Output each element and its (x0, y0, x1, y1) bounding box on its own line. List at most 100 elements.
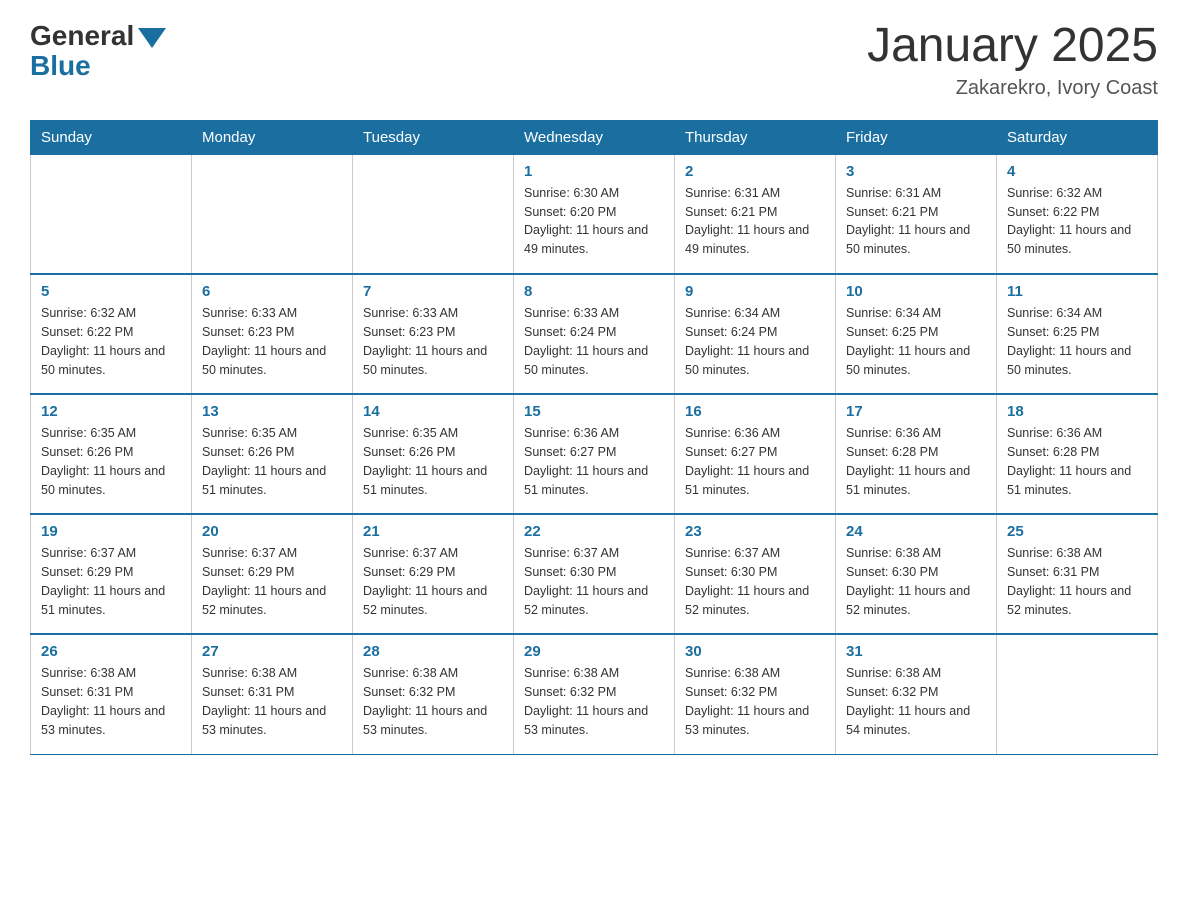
day-info: Sunrise: 6:31 AMSunset: 6:21 PMDaylight:… (685, 184, 825, 259)
calendar-cell: 29Sunrise: 6:38 AMSunset: 6:32 PMDayligh… (514, 634, 675, 754)
day-number: 8 (524, 283, 664, 300)
day-info: Sunrise: 6:33 AMSunset: 6:24 PMDaylight:… (524, 304, 664, 379)
day-number: 4 (1007, 163, 1147, 180)
calendar-cell: 16 Sunrise: 6:36 AMSunset: 6:27 PMDayligh… (675, 394, 836, 514)
day-info: Sunrise: 6:38 AMSunset: 6:31 PMDaylight:… (1007, 544, 1147, 619)
day-number: 19 (41, 523, 181, 540)
calendar-cell: 14 Sunrise: 6:35 AMSunset: 6:26 PMDayligh… (353, 394, 514, 514)
day-info: Sunrise: 6:35 AMSunset: 6:26 PMDaylight:… (41, 424, 181, 499)
day-info: Sunrise: 6:36 AMSunset: 6:27 PMDaylight:… (524, 424, 664, 499)
calendar-cell: 10 Sunrise: 6:34 AMSunset: 6:25 PMDayligh… (836, 274, 997, 394)
column-header-monday: Monday (192, 120, 353, 154)
logo-arrow-icon (138, 28, 166, 48)
column-header-saturday: Saturday (997, 120, 1158, 154)
calendar-cell: 22 Sunrise: 6:37 AMSunset: 6:30 PMDayligh… (514, 514, 675, 634)
day-number: 30 (685, 643, 825, 660)
day-number: 24 (846, 523, 986, 540)
day-number: 31 (846, 643, 986, 660)
column-header-thursday: Thursday (675, 120, 836, 154)
day-number: 17 (846, 403, 986, 420)
day-info: Sunrise: 6:37 AMSunset: 6:29 PMDaylight:… (363, 544, 503, 619)
day-info: Sunrise: 6:36 AMSunset: 6:28 PMDaylight:… (1007, 424, 1147, 499)
calendar-cell: 11 Sunrise: 6:34 AMSunset: 6:25 PMDayligh… (997, 274, 1158, 394)
main-title: January 2025 (867, 20, 1158, 73)
day-info: Sunrise: 6:34 AMSunset: 6:25 PMDaylight:… (1007, 304, 1147, 379)
calendar-cell: 17Sunrise: 6:36 AMSunset: 6:28 PMDayligh… (836, 394, 997, 514)
day-number: 9 (685, 283, 825, 300)
day-number: 1 (524, 163, 664, 180)
calendar-cell: 18 Sunrise: 6:36 AMSunset: 6:28 PMDayligh… (997, 394, 1158, 514)
day-info: Sunrise: 6:36 AMSunset: 6:27 PMDaylight:… (685, 424, 825, 499)
calendar-table: SundayMondayTuesdayWednesdayThursdayFrid… (30, 120, 1158, 755)
title-section: January 2025 Zakarekro, Ivory Coast (867, 20, 1158, 100)
calendar-cell: 1 Sunrise: 6:30 AMSunset: 6:20 PMDaylight… (514, 154, 675, 274)
logo-general-text: General (30, 20, 134, 52)
day-number: 25 (1007, 523, 1147, 540)
day-info: Sunrise: 6:37 AMSunset: 6:29 PMDaylight:… (41, 544, 181, 619)
calendar-cell: 15 Sunrise: 6:36 AMSunset: 6:27 PMDayligh… (514, 394, 675, 514)
calendar-cell: 2 Sunrise: 6:31 AMSunset: 6:21 PMDaylight… (675, 154, 836, 274)
day-info: Sunrise: 6:38 AMSunset: 6:32 PMDaylight:… (685, 664, 825, 739)
day-number: 22 (524, 523, 664, 540)
column-header-sunday: Sunday (31, 120, 192, 154)
calendar-cell: 12 Sunrise: 6:35 AMSunset: 6:26 PMDayligh… (31, 394, 192, 514)
calendar-cell: 19 Sunrise: 6:37 AMSunset: 6:29 PMDayligh… (31, 514, 192, 634)
calendar-cell: 4 Sunrise: 6:32 AMSunset: 6:22 PMDaylight… (997, 154, 1158, 274)
calendar-cell: 7Sunrise: 6:33 AMSunset: 6:23 PMDaylight… (353, 274, 514, 394)
day-info: Sunrise: 6:34 AMSunset: 6:24 PMDaylight:… (685, 304, 825, 379)
day-number: 18 (1007, 403, 1147, 420)
day-number: 16 (685, 403, 825, 420)
day-number: 6 (202, 283, 342, 300)
calendar-cell (192, 154, 353, 274)
day-number: 5 (41, 283, 181, 300)
calendar-week-row: 5Sunrise: 6:32 AMSunset: 6:22 PMDaylight… (31, 274, 1158, 394)
day-info: Sunrise: 6:38 AMSunset: 6:30 PMDaylight:… (846, 544, 986, 619)
calendar-cell: 23 Sunrise: 6:37 AMSunset: 6:30 PMDayligh… (675, 514, 836, 634)
calendar-cell: 28 Sunrise: 6:38 AMSunset: 6:32 PMDayligh… (353, 634, 514, 754)
day-info: Sunrise: 6:35 AMSunset: 6:26 PMDaylight:… (363, 424, 503, 499)
calendar-week-row: 26 Sunrise: 6:38 AMSunset: 6:31 PMDayligh… (31, 634, 1158, 754)
day-info: Sunrise: 6:38 AMSunset: 6:32 PMDaylight:… (846, 664, 986, 739)
day-info: Sunrise: 6:33 AMSunset: 6:23 PMDaylight:… (202, 304, 342, 379)
day-number: 10 (846, 283, 986, 300)
calendar-cell: 5Sunrise: 6:32 AMSunset: 6:22 PMDaylight… (31, 274, 192, 394)
column-header-wednesday: Wednesday (514, 120, 675, 154)
day-info: Sunrise: 6:35 AMSunset: 6:26 PMDaylight:… (202, 424, 342, 499)
day-number: 11 (1007, 283, 1147, 300)
day-number: 14 (363, 403, 503, 420)
calendar-week-row: 1 Sunrise: 6:30 AMSunset: 6:20 PMDaylight… (31, 154, 1158, 274)
calendar-cell: 25 Sunrise: 6:38 AMSunset: 6:31 PMDayligh… (997, 514, 1158, 634)
day-info: Sunrise: 6:38 AMSunset: 6:31 PMDaylight:… (41, 664, 181, 739)
calendar-cell: 20Sunrise: 6:37 AMSunset: 6:29 PMDayligh… (192, 514, 353, 634)
day-number: 12 (41, 403, 181, 420)
day-number: 3 (846, 163, 986, 180)
column-header-tuesday: Tuesday (353, 120, 514, 154)
day-info: Sunrise: 6:37 AMSunset: 6:30 PMDaylight:… (685, 544, 825, 619)
day-number: 28 (363, 643, 503, 660)
calendar-cell: 26 Sunrise: 6:38 AMSunset: 6:31 PMDayligh… (31, 634, 192, 754)
calendar-cell: 21 Sunrise: 6:37 AMSunset: 6:29 PMDayligh… (353, 514, 514, 634)
logo: General Blue (30, 20, 166, 82)
day-info: Sunrise: 6:37 AMSunset: 6:30 PMDaylight:… (524, 544, 664, 619)
day-info: Sunrise: 6:32 AMSunset: 6:22 PMDaylight:… (1007, 184, 1147, 259)
calendar-cell: 27Sunrise: 6:38 AMSunset: 6:31 PMDayligh… (192, 634, 353, 754)
day-number: 2 (685, 163, 825, 180)
day-number: 26 (41, 643, 181, 660)
day-number: 15 (524, 403, 664, 420)
calendar-cell: 13 Sunrise: 6:35 AMSunset: 6:26 PMDayligh… (192, 394, 353, 514)
calendar-week-row: 12 Sunrise: 6:35 AMSunset: 6:26 PMDayligh… (31, 394, 1158, 514)
calendar-cell: 31 Sunrise: 6:38 AMSunset: 6:32 PMDayligh… (836, 634, 997, 754)
calendar-week-row: 19 Sunrise: 6:37 AMSunset: 6:29 PMDayligh… (31, 514, 1158, 634)
day-info: Sunrise: 6:34 AMSunset: 6:25 PMDaylight:… (846, 304, 986, 379)
day-info: Sunrise: 6:38 AMSunset: 6:32 PMDaylight:… (524, 664, 664, 739)
day-number: 20 (202, 523, 342, 540)
calendar-cell: 6 Sunrise: 6:33 AMSunset: 6:23 PMDaylight… (192, 274, 353, 394)
calendar-cell: 3 Sunrise: 6:31 AMSunset: 6:21 PMDaylight… (836, 154, 997, 274)
day-number: 23 (685, 523, 825, 540)
calendar-cell: 8 Sunrise: 6:33 AMSunset: 6:24 PMDaylight… (514, 274, 675, 394)
day-info: Sunrise: 6:31 AMSunset: 6:21 PMDaylight:… (846, 184, 986, 259)
day-info: Sunrise: 6:30 AMSunset: 6:20 PMDaylight:… (524, 184, 664, 259)
day-number: 21 (363, 523, 503, 540)
day-info: Sunrise: 6:38 AMSunset: 6:32 PMDaylight:… (363, 664, 503, 739)
day-number: 13 (202, 403, 342, 420)
